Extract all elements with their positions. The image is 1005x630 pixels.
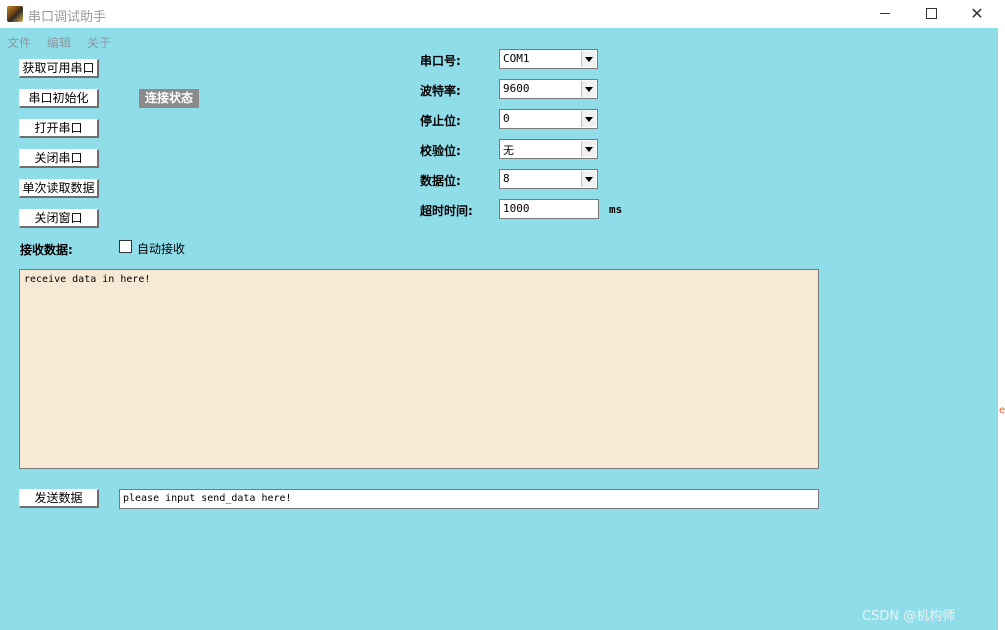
timeout-unit: ms	[609, 203, 623, 216]
minimize-button[interactable]	[862, 0, 908, 28]
parity-dropdown-button[interactable]	[581, 141, 596, 157]
port-dropdown-button[interactable]	[581, 51, 596, 67]
init-port-button[interactable]: 串口初始化	[19, 89, 99, 108]
right-edge-mark: e	[999, 405, 1005, 416]
baud-label: 波特率:	[420, 84, 461, 98]
chevron-down-icon	[585, 57, 593, 62]
close-port-button[interactable]: 关闭串口	[19, 149, 99, 168]
baud-value: 9600	[503, 82, 530, 95]
chevron-down-icon	[585, 117, 593, 122]
send-button[interactable]: 发送数据	[19, 489, 99, 508]
parity-select[interactable]: 无	[499, 139, 598, 159]
chevron-down-icon	[585, 87, 593, 92]
read-once-button[interactable]: 单次读取数据	[19, 179, 99, 198]
window-title: 串口调试助手	[28, 10, 107, 25]
stop-bits-select[interactable]: 0	[499, 109, 598, 129]
timeout-label: 超时时间:	[420, 204, 473, 218]
checkbox-icon[interactable]	[119, 240, 132, 253]
close-window-control[interactable]: ✕	[954, 0, 1000, 28]
close-icon: ✕	[970, 4, 984, 23]
close-window-button[interactable]: 关闭窗口	[19, 209, 99, 228]
menu-about[interactable]: 关于	[87, 34, 111, 51]
get-ports-button[interactable]: 获取可用串口	[19, 59, 99, 78]
parity-value: 无	[503, 144, 514, 157]
send-input[interactable]: please input send_data here!	[119, 489, 819, 509]
right-edge-strip	[998, 28, 1005, 630]
watermark: CSDN @机构师	[862, 609, 956, 624]
menu-file[interactable]: 文件	[7, 34, 31, 51]
title-bar[interactable]: 串口调试助手 ✕	[0, 0, 1005, 28]
maximize-icon	[926, 8, 937, 19]
data-bits-select[interactable]: 8	[499, 169, 598, 189]
data-bits-label: 数据位:	[420, 174, 461, 188]
auto-receive-label: 自动接收	[137, 242, 186, 256]
open-port-button[interactable]: 打开串口	[19, 119, 99, 138]
data-bits-dropdown-button[interactable]	[581, 171, 596, 187]
data-bits-value: 8	[503, 172, 510, 185]
port-value: COM1	[503, 52, 530, 65]
connection-status-badge: 连接状态	[139, 89, 199, 108]
parity-label: 校验位:	[420, 144, 461, 158]
stop-bits-dropdown-button[interactable]	[581, 111, 596, 127]
receive-textarea[interactable]: receive data in here!	[19, 269, 819, 469]
menu-edit[interactable]: 编辑	[47, 34, 71, 51]
chevron-down-icon	[585, 177, 593, 182]
baud-select[interactable]: 9600	[499, 79, 598, 99]
timeout-input[interactable]: 1000	[499, 199, 599, 219]
chevron-down-icon	[585, 147, 593, 152]
maximize-button[interactable]	[908, 0, 954, 28]
stop-bits-value: 0	[503, 112, 510, 125]
stop-bits-label: 停止位:	[420, 114, 461, 128]
receive-label: 接收数据:	[20, 243, 73, 257]
minimize-icon	[880, 13, 890, 14]
port-select[interactable]: COM1	[499, 49, 598, 69]
port-label: 串口号:	[420, 54, 461, 68]
app-icon	[7, 6, 23, 22]
baud-dropdown-button[interactable]	[581, 81, 596, 97]
